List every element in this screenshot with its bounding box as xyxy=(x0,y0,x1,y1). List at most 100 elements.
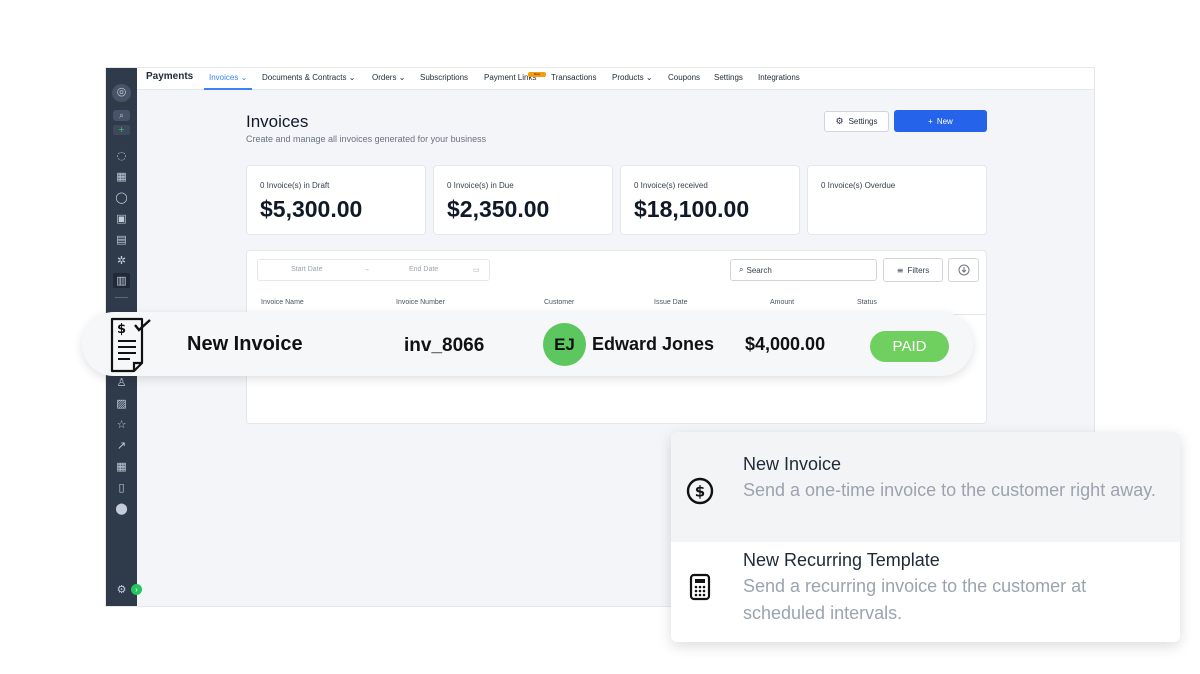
calendar-icon: ▭ xyxy=(473,267,480,274)
calendar-icon[interactable]: ▣ xyxy=(113,211,130,226)
search-placeholder: Search xyxy=(746,265,772,275)
card-label: 0 Invoice(s) Overdue xyxy=(821,181,896,190)
search-input[interactable]: ⌕ Search xyxy=(730,259,877,281)
page-title: Invoices xyxy=(246,112,309,131)
expand-arrow-icon[interactable]: › xyxy=(131,584,142,595)
svg-text:$: $ xyxy=(117,322,126,337)
avatar: EJ xyxy=(543,323,586,366)
settings-label: Settings xyxy=(848,117,878,126)
column-header-invoice-name: Invoice Name xyxy=(261,299,304,306)
end-date-field[interactable]: End Date xyxy=(409,266,438,273)
calculator-icon xyxy=(686,573,714,601)
payments-icon[interactable]: ▥ xyxy=(113,273,130,288)
tab-payment-links[interactable]: Payment Links New xyxy=(484,72,546,82)
dashboard-icon[interactable]: ▦ xyxy=(113,169,130,184)
stat-card-overdue: 0 Invoice(s) Overdue xyxy=(807,165,987,235)
automation-icon[interactable]: ✲ xyxy=(113,253,130,268)
tab-label: Documents & Contracts xyxy=(262,73,347,82)
download-icon xyxy=(958,264,969,276)
arrow-right-icon: → xyxy=(363,266,370,273)
date-range-picker[interactable]: Start Date → End Date ▭ xyxy=(257,259,490,281)
new-label: New xyxy=(936,116,953,126)
tab-settings[interactable]: Settings xyxy=(714,73,743,82)
tab-documents-contracts[interactable]: Documents & Contracts ⌄ xyxy=(262,73,355,82)
tab-products[interactable]: Products ⌄ xyxy=(612,73,653,82)
invoice-document-icon: $ xyxy=(110,317,151,373)
stat-card-draft: 0 Invoice(s) in Draft $5,300.00 xyxy=(246,165,426,235)
tab-integrations[interactable]: Integrations xyxy=(758,73,800,82)
search-icon: ⌕ xyxy=(739,265,744,274)
top-nav: Payments Invoices ⌄ Documents & Contract… xyxy=(137,68,1094,90)
status-badge: PAID xyxy=(870,331,949,362)
column-header-amount: Amount xyxy=(770,299,795,306)
conversations-icon[interactable]: ◯ xyxy=(113,190,130,205)
customer-name: Edward Jones xyxy=(592,334,715,354)
tab-transactions[interactable]: Transactions xyxy=(551,73,597,82)
mobile-icon[interactable]: ▯ xyxy=(113,480,130,495)
download-button[interactable] xyxy=(948,258,979,282)
contacts-icon[interactable]: ▤ xyxy=(113,232,130,247)
column-header-status: Status xyxy=(857,299,877,306)
quick-add-icon[interactable]: + xyxy=(113,125,130,135)
sidebar-divider xyxy=(115,297,128,298)
table-row[interactable]: $ New Invoice inv_8066 EJ Edward Jones $… xyxy=(82,312,973,376)
column-header-invoice-number: Invoice Number xyxy=(396,299,446,306)
launchpad-icon[interactable]: ◌ xyxy=(113,148,130,163)
menu-item-title: New Recurring Template xyxy=(743,550,940,570)
menu-item-new-invoice[interactable]: $ New Invoice Send a one-time invoice to… xyxy=(671,432,1180,542)
card-label: 0 Invoice(s) in Due xyxy=(447,181,514,190)
menu-item-new-recurring-template[interactable]: New Recurring Template Send a recurring … xyxy=(671,542,1180,642)
card-value: $2,350.00 xyxy=(447,196,550,222)
reporting-icon[interactable]: ↗ xyxy=(113,438,130,453)
tab-subscriptions[interactable]: Subscriptions xyxy=(420,73,468,82)
dollar-circle-icon: $ xyxy=(686,477,714,505)
filters-button[interactable]: ≡ Filters xyxy=(883,258,943,282)
nav-brand: Payments xyxy=(146,71,194,82)
location-pin-icon[interactable]: ⬤ xyxy=(113,501,130,516)
page-subtitle: Create and manage all invoices generated… xyxy=(246,134,487,144)
tab-invoices[interactable]: Invoices ⌄ xyxy=(209,73,247,82)
invoice-name: New Invoice xyxy=(187,333,303,355)
svg-text:$: $ xyxy=(695,483,705,501)
tab-label: Invoices xyxy=(209,73,239,82)
menu-item-description: Send a one-time invoice to the customer … xyxy=(743,480,1156,500)
filter-icon: ≡ xyxy=(896,265,904,275)
chevron-down-icon: ⌄ xyxy=(645,73,653,82)
gear-icon[interactable]: ⚙ xyxy=(113,582,130,597)
column-header-customer: Customer xyxy=(544,299,575,306)
new-button[interactable]: + New xyxy=(894,110,987,132)
stat-card-due: 0 Invoice(s) in Due $2,350.00 xyxy=(433,165,613,235)
star-icon[interactable]: ☆ xyxy=(113,417,130,432)
apps-grid-icon[interactable]: ▦ xyxy=(113,459,130,474)
menu-item-description: Send a recurring invoice to the customer… xyxy=(743,576,1087,623)
tab-coupons[interactable]: Coupons xyxy=(668,73,700,82)
card-value: $5,300.00 xyxy=(260,196,363,222)
active-tab-underline xyxy=(204,88,252,90)
reputation-icon[interactable]: ♙ xyxy=(113,375,130,390)
column-header-issue-date: Issue Date xyxy=(654,299,688,306)
chevron-down-icon: ⌄ xyxy=(240,73,248,82)
start-date-field[interactable]: Start Date xyxy=(291,266,323,273)
search-icon[interactable]: ⌕ xyxy=(113,110,130,121)
new-invoice-menu: $ New Invoice Send a one-time invoice to… xyxy=(671,432,1180,642)
tab-label: Orders xyxy=(372,73,397,82)
invoice-amount: $4,000.00 xyxy=(745,334,826,354)
chevron-down-icon: ⌄ xyxy=(348,73,356,82)
chevron-down-icon: ⌄ xyxy=(398,73,406,82)
tab-orders[interactable]: Orders ⌄ xyxy=(372,73,405,82)
card-label: 0 Invoice(s) in Draft xyxy=(260,181,330,190)
plus-icon: + xyxy=(928,116,933,126)
card-label: 0 Invoice(s) received xyxy=(634,181,708,190)
filters-label: Filters xyxy=(907,265,930,275)
stat-card-received: 0 Invoice(s) received $18,100.00 xyxy=(620,165,800,235)
settings-button[interactable]: ⚙ Settings xyxy=(824,111,889,132)
media-icon[interactable]: ▨ xyxy=(113,396,130,411)
invoice-number: inv_8066 xyxy=(404,335,485,356)
gear-icon: ⚙ xyxy=(835,116,844,127)
tab-label: Products xyxy=(612,73,644,82)
card-value: $18,100.00 xyxy=(634,196,750,222)
stage: ◎ ⌕ + ◌ ▦ ◯ ▣ ▤ ✲ ▥ ♙ ▨ ☆ ↗ ▦ ▯ ⬤ ⚙ › Pa… xyxy=(0,0,1200,674)
new-badge: New xyxy=(528,72,546,77)
menu-item-title: New Invoice xyxy=(743,454,842,474)
account-avatar-icon[interactable]: ◎ xyxy=(112,84,131,102)
